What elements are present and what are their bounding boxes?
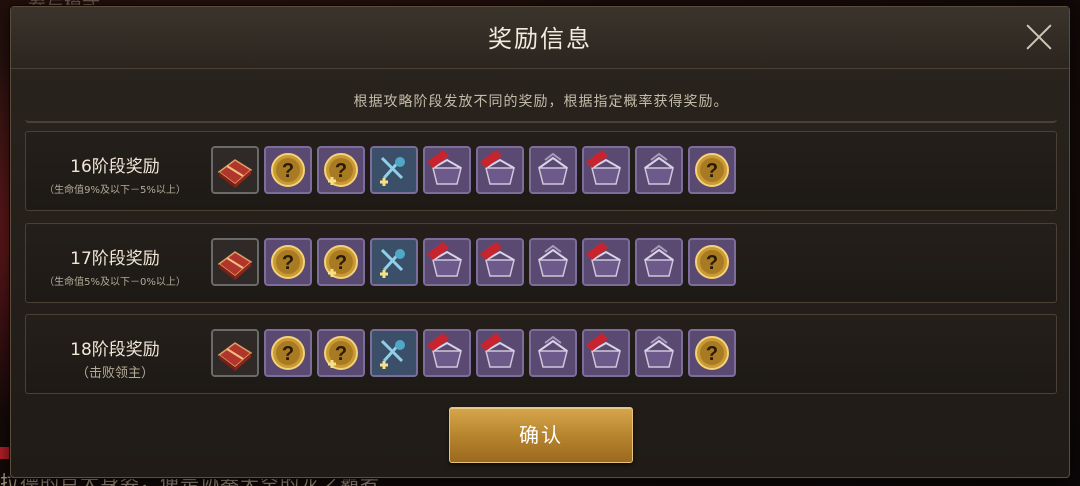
svg-text:?: ? (282, 343, 294, 365)
confirm-button[interactable]: 确认 (449, 407, 633, 463)
red-chest-icon[interactable] (211, 146, 259, 194)
red-ribbon-crate-icon[interactable] (476, 238, 524, 286)
tier-name: 16阶段奖励 (70, 157, 160, 177)
tier-row-17: 17阶段奖励 （生命值5%及以下－0%以上） ??? (25, 223, 1057, 303)
description-text: 根据攻略阶段发放不同的奖励，根据指定概率获得奖励。 (353, 94, 729, 110)
gold-mystery-coin-icon[interactable]: ? (264, 329, 312, 377)
tier-label: 17阶段奖励 （生命值5%及以下－0%以上） (26, 224, 204, 288)
tier-label: 18阶段奖励 （击败领主） (26, 315, 204, 381)
gold-mystery-coin-icon[interactable]: ? (264, 146, 312, 194)
close-icon[interactable] (1025, 23, 1053, 51)
purple-crate-icon[interactable] (529, 329, 577, 377)
tier-row-16: 16阶段奖励 （生命值9%及以下－5%以上） ??? (25, 131, 1057, 211)
purple-crate-icon[interactable] (529, 238, 577, 286)
red-ribbon-crate-icon[interactable] (582, 146, 630, 194)
red-ribbon-crate-icon[interactable] (423, 146, 471, 194)
gold-mystery-coin-plus-icon[interactable]: ? (317, 238, 365, 286)
blue-equipment-icon[interactable] (370, 238, 418, 286)
reward-info-dialog: 奖励信息 根据攻略阶段发放不同的奖励，根据指定概率获得奖励。 16阶段奖励 （生… (10, 6, 1070, 478)
red-ribbon-crate-icon[interactable] (582, 329, 630, 377)
tier-label: 16阶段奖励 （生命值9%及以下－5%以上） (26, 132, 204, 196)
purple-crate-icon[interactable] (635, 329, 683, 377)
blue-equipment-icon[interactable] (370, 329, 418, 377)
gold-mystery-coin-plus-icon[interactable]: ? (317, 329, 365, 377)
gold-mystery-coin-icon[interactable]: ? (264, 238, 312, 286)
gold-mystery-coin-icon[interactable]: ? (688, 238, 736, 286)
red-ribbon-crate-icon[interactable] (476, 146, 524, 194)
red-chest-icon[interactable] (211, 329, 259, 377)
red-ribbon-crate-icon[interactable] (476, 329, 524, 377)
purple-crate-icon[interactable] (635, 146, 683, 194)
red-ribbon-crate-icon[interactable] (582, 238, 630, 286)
tier-row-18: 18阶段奖励 （击败领主） ??? (25, 314, 1057, 394)
tier-name: 17阶段奖励 (70, 249, 160, 269)
gold-mystery-coin-icon[interactable]: ? (688, 146, 736, 194)
svg-text:?: ? (335, 160, 347, 182)
tier-condition: （生命值5%及以下－0%以上） (44, 277, 186, 288)
red-ribbon-crate-icon[interactable] (423, 329, 471, 377)
dialog-title: 奖励信息 (488, 25, 592, 53)
svg-text:?: ? (335, 343, 347, 365)
tier-condition: （击败领主） (75, 366, 154, 381)
blue-equipment-icon[interactable] (370, 146, 418, 194)
svg-text:?: ? (282, 160, 294, 182)
red-chest-icon[interactable] (211, 238, 259, 286)
purple-crate-icon[interactable] (635, 238, 683, 286)
dialog-header: 奖励信息 (11, 7, 1069, 69)
purple-crate-icon[interactable] (529, 146, 577, 194)
svg-text:?: ? (335, 252, 347, 274)
svg-text:?: ? (706, 343, 718, 365)
tier-condition: （生命值9%及以下－5%以上） (44, 185, 186, 196)
svg-text:?: ? (282, 252, 294, 274)
tier-name: 18阶段奖励 (70, 340, 160, 360)
svg-text:?: ? (706, 252, 718, 274)
red-ribbon-crate-icon[interactable] (423, 238, 471, 286)
description-panel: 根据攻略阶段发放不同的奖励，根据指定概率获得奖励。 (25, 73, 1057, 123)
svg-text:?: ? (706, 160, 718, 182)
gold-mystery-coin-plus-icon[interactable]: ? (317, 146, 365, 194)
gold-mystery-coin-icon[interactable]: ? (688, 329, 736, 377)
